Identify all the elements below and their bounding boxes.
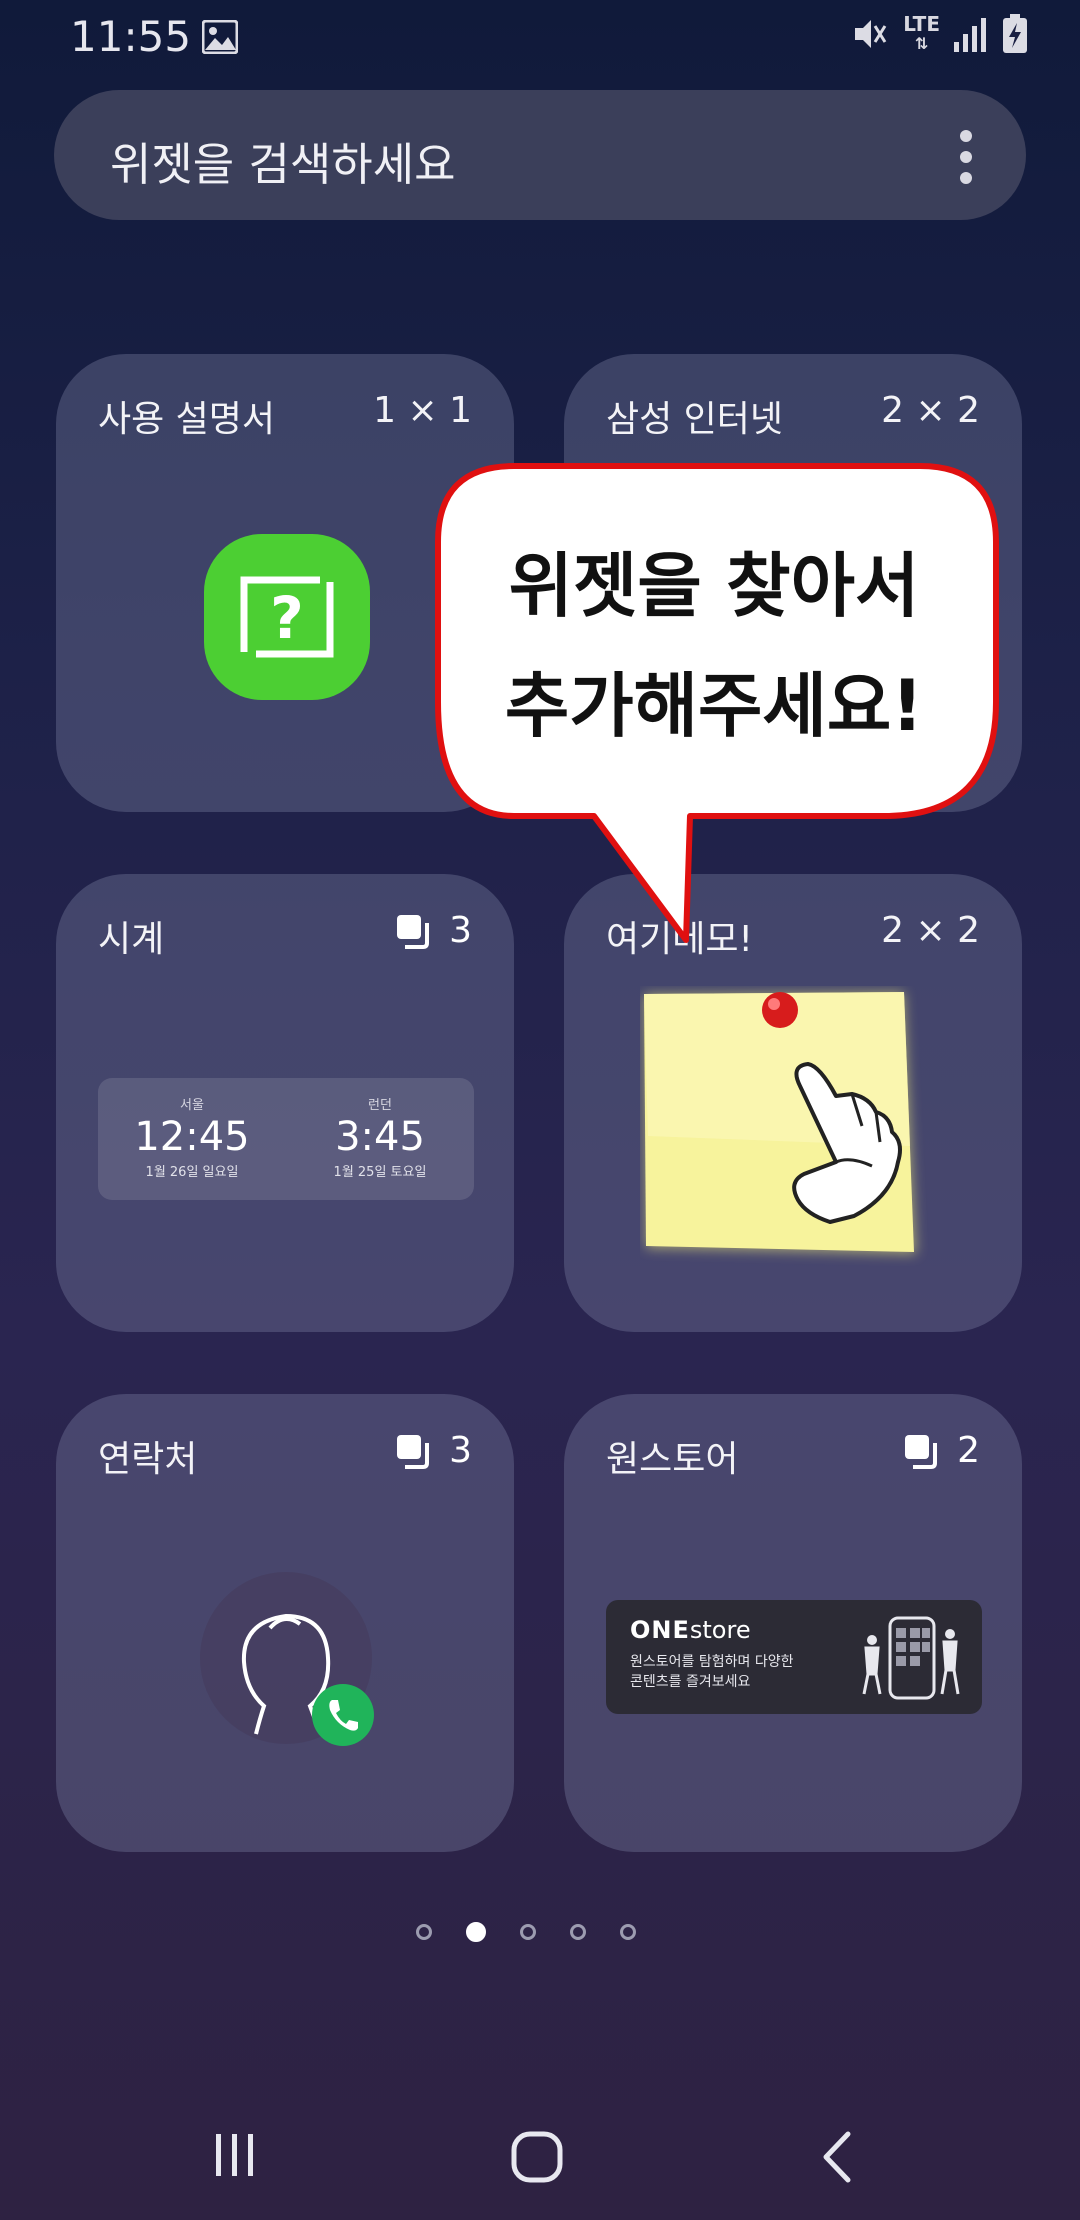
widget-title: 사용 설명서 (98, 399, 276, 440)
svg-text:?: ? (270, 584, 304, 652)
onestore-text: 원스토어를 탐험하며 다양한 콘텐츠를 즐겨보세요 (630, 1654, 794, 1690)
status-time: 11:55 (70, 12, 192, 61)
back-icon[interactable] (818, 2130, 858, 2184)
clock-time: 12:45 (134, 1114, 250, 1160)
callout-text: 위젯을 찾아서 추가해주세요! (504, 545, 924, 747)
page-indicator[interactable] (416, 1922, 636, 1942)
widget-onestore[interactable]: 원스토어 2 ONEstore 원스토어를 탐험하며 다양한 콘텐츠를 즐겨보세… (564, 1394, 1022, 1852)
phone-icon (312, 1684, 374, 1746)
widget-contacts[interactable]: 연락처 3 (56, 1394, 514, 1852)
page-dot-active[interactable] (466, 1922, 486, 1942)
page-dot[interactable] (416, 1924, 432, 1940)
recent-apps-icon[interactable] (210, 2130, 260, 2180)
home-icon[interactable] (510, 2130, 564, 2184)
widget-title: 원스토어 (606, 1439, 739, 1480)
widget-title: 삼성 인터넷 (606, 399, 784, 440)
search-placeholder: 위젯을 검색하세요 (110, 138, 456, 191)
widget-title: 연락처 (98, 1439, 198, 1480)
widget-count: 3 (395, 1430, 472, 1471)
onestore-banner: ONEstore 원스토어를 탐험하며 다양한 콘텐츠를 즐겨보세요 (606, 1600, 982, 1714)
phone-illustration-icon (862, 1616, 960, 1700)
navigation-bar (0, 2100, 1080, 2220)
page-dot[interactable] (570, 1924, 586, 1940)
widget-count: 2 (903, 1430, 980, 1471)
onestore-logo: ONEstore (630, 1616, 751, 1644)
stack-icon (905, 1434, 938, 1469)
more-options-icon[interactable] (960, 130, 974, 193)
widget-search-bar[interactable]: 위젯을 검색하세요 (54, 90, 1026, 220)
mute-vibrate-icon (855, 20, 887, 48)
widget-title: 시계 (98, 919, 165, 960)
battery-charging-icon (1003, 14, 1027, 53)
stack-icon (397, 914, 430, 949)
sticky-note-illustration (644, 992, 916, 1254)
status-bar: 11:55 LTE ⇅ (0, 0, 1080, 76)
clock-city: 서울 (180, 1098, 204, 1113)
clock-city: 런던 (368, 1098, 392, 1113)
stack-icon (397, 1434, 430, 1469)
page-dot[interactable] (620, 1924, 636, 1940)
widget-size: 2 × 2 (881, 390, 980, 431)
dual-clock-preview: 서울 12:45 1월 26일 일요일 런던 3:45 1월 25일 토요일 (98, 1078, 474, 1200)
gallery-notification-icon (202, 20, 238, 54)
signal-icon (954, 18, 986, 52)
widget-size: 1 × 1 (373, 390, 472, 431)
lte-indicator: LTE ⇅ (903, 12, 940, 53)
clock-date: 1월 26일 일요일 (145, 1165, 239, 1180)
page-dot[interactable] (520, 1924, 536, 1940)
clock-time: 3:45 (335, 1114, 425, 1160)
clock-date: 1월 25일 토요일 (333, 1165, 427, 1180)
help-icon: ? (204, 534, 370, 700)
